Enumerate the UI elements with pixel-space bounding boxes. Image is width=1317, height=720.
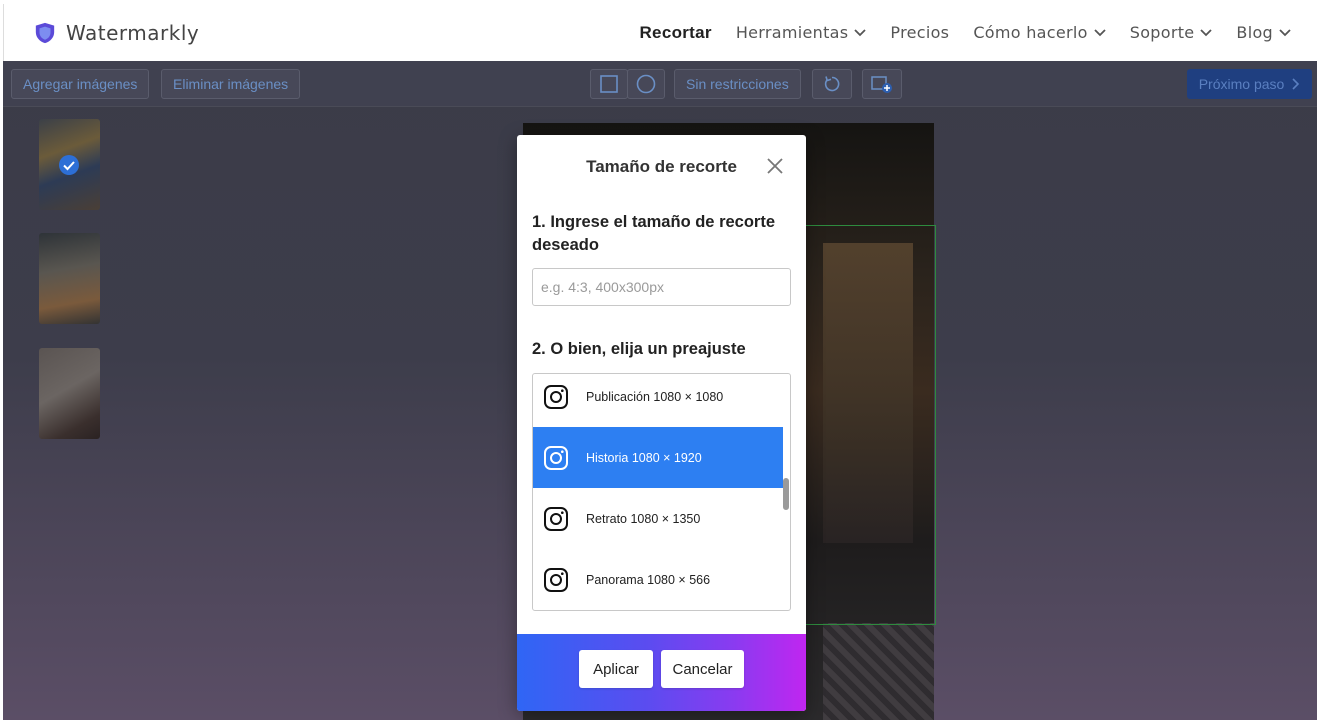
chevron-down-icon	[854, 28, 867, 36]
circle-shape-icon	[636, 74, 656, 94]
preset-list-scrollbar[interactable]	[783, 478, 789, 510]
preset-item-publicacion[interactable]: Publicación 1080 × 1080	[533, 374, 783, 427]
nav-label: Blog	[1236, 23, 1273, 42]
step-1-label: 1. Ingrese el tamaño de recorte deseado	[532, 213, 776, 254]
no-restrictions-button[interactable]: Sin restricciones	[674, 69, 801, 99]
next-step-label: Próximo paso	[1198, 76, 1285, 92]
nav-item-precios[interactable]: Precios	[890, 23, 949, 42]
step-2-label: 2. O bien, elija un preajuste	[532, 340, 746, 358]
chevron-right-icon	[1292, 78, 1300, 90]
nav-label: Soporte	[1129, 23, 1195, 42]
check-circle-icon	[59, 155, 79, 175]
preset-label: Retrato 1080 × 1350	[586, 511, 701, 526]
instagram-icon	[544, 567, 568, 592]
main-nav: Recortar Herramientas Precios Cómo hacer…	[639, 4, 1291, 61]
chevron-down-icon	[1279, 28, 1291, 36]
dialog-footer: Aplicar Cancelar	[517, 634, 806, 711]
nav-label: Herramientas	[735, 23, 849, 42]
remove-images-button[interactable]: Eliminar imágenes	[161, 69, 301, 99]
crop-size-input[interactable]	[532, 268, 791, 306]
nav-item-como-hacerlo[interactable]: Cómo hacerlo	[973, 23, 1106, 42]
image-thumbnail[interactable]	[39, 348, 100, 439]
preset-label: Panorama 1080 × 566	[586, 572, 711, 587]
nav-item-soporte[interactable]: Soporte	[1130, 23, 1213, 42]
rotate-button[interactable]	[812, 69, 852, 99]
nav-item-recortar[interactable]: Recortar	[639, 23, 711, 43]
instagram-icon	[544, 445, 568, 470]
instagram-icon	[544, 384, 568, 409]
next-step-button[interactable]: Próximo paso	[1187, 69, 1312, 99]
preset-list[interactable]: Publicación 1080 × 1080 Historia 1080 × …	[532, 373, 791, 611]
preset-label: Publicación 1080 × 1080	[586, 389, 724, 404]
top-header: Watermarkly Recortar Herramientas Precio…	[3, 4, 1317, 61]
image-thumbnail[interactable]	[39, 233, 100, 324]
add-image-tool-button[interactable]	[862, 69, 902, 99]
square-shape-icon	[600, 75, 618, 93]
preset-label: Historia 1080 × 1920	[586, 450, 702, 465]
chevron-down-icon	[1094, 28, 1106, 36]
image-thumbnail[interactable]	[39, 119, 100, 210]
image-add-icon	[871, 76, 892, 93]
nav-label: Precios	[890, 23, 950, 42]
preset-item-panorama[interactable]: Panorama 1080 × 566	[533, 549, 783, 610]
nav-label: Cómo hacerlo	[973, 23, 1088, 42]
editor-toolbar: Agregar imágenes Eliminar imágenes Sin r…	[3, 61, 1317, 107]
cancel-button[interactable]: Cancelar	[661, 650, 744, 688]
close-icon[interactable]	[766, 157, 784, 175]
instagram-icon	[544, 506, 568, 531]
nav-item-herramientas[interactable]: Herramientas	[736, 23, 867, 42]
crop-size-dialog: Tamaño de recorte 1. Ingrese el tamaño d…	[517, 135, 806, 711]
preset-item-historia[interactable]: Historia 1080 × 1920	[533, 427, 783, 488]
logo[interactable]: Watermarkly	[34, 21, 199, 45]
photo-region	[823, 623, 934, 720]
chevron-down-icon	[1200, 28, 1213, 36]
preset-item-retrato[interactable]: Retrato 1080 × 1350	[533, 488, 783, 549]
nav-label: Recortar	[639, 22, 712, 42]
dialog-title: Tamaño de recorte	[586, 157, 737, 176]
add-images-button[interactable]: Agregar imágenes	[11, 69, 150, 99]
apply-button[interactable]: Aplicar	[579, 650, 653, 688]
rect-crop-button[interactable]	[590, 69, 628, 99]
shield-icon	[35, 22, 55, 43]
nav-item-blog[interactable]: Blog	[1236, 23, 1291, 42]
circle-crop-button[interactable]	[627, 69, 665, 99]
app-name: Watermarkly	[66, 20, 200, 45]
rotate-icon	[824, 76, 840, 92]
